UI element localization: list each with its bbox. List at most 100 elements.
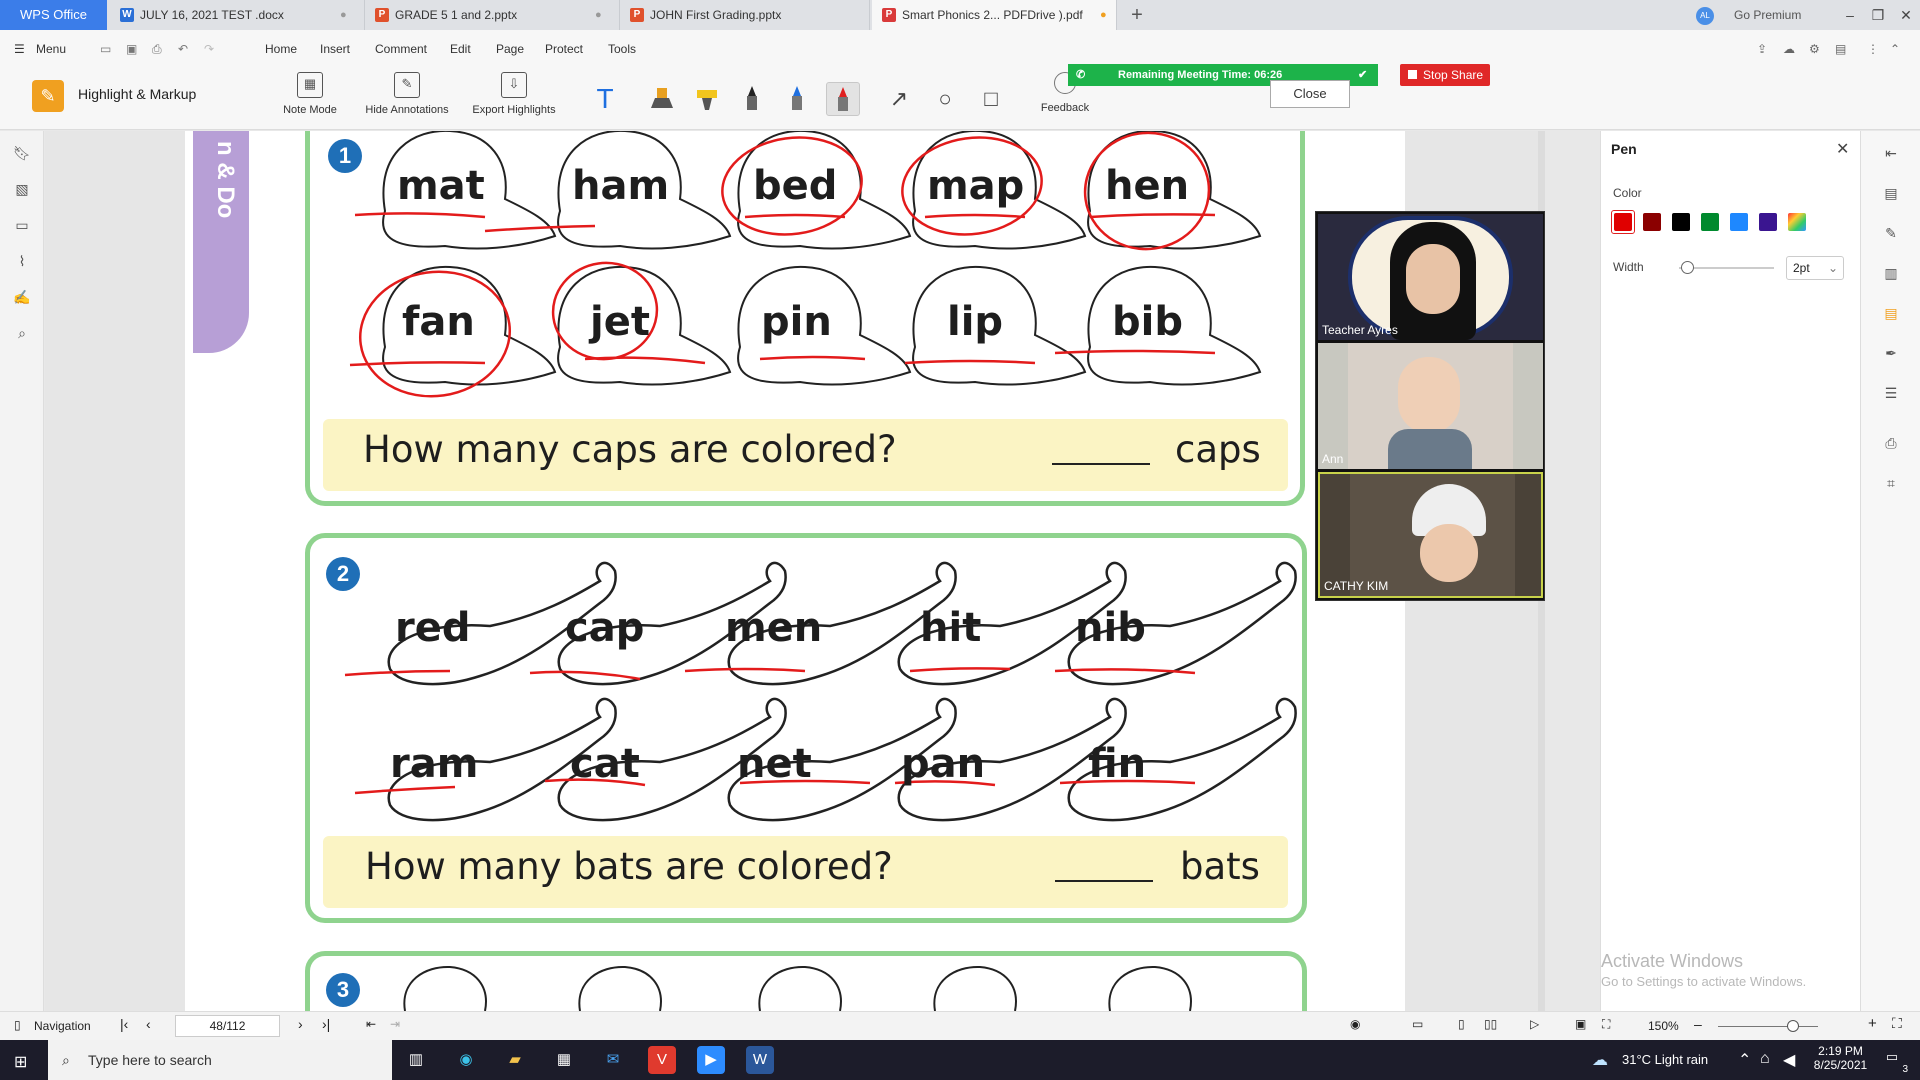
print-icon[interactable]: ⎙	[152, 30, 162, 68]
restore-icon[interactable]: ❐	[1864, 0, 1892, 30]
edge-icon[interactable]: ◉	[452, 1046, 480, 1074]
minimize-icon[interactable]: –	[1836, 0, 1864, 30]
clock[interactable]: 2:19 PM 8/25/2021	[1808, 1044, 1873, 1072]
scan-icon[interactable]: ⌗	[1881, 475, 1901, 495]
menu-edit[interactable]: Edit	[450, 30, 471, 68]
next-page-icon[interactable]: ›	[298, 1016, 303, 1032]
prev-page-icon[interactable]: ‹	[146, 1016, 151, 1032]
menu-protect[interactable]: Protect	[545, 30, 583, 68]
zoom-icon[interactable]: ▶	[697, 1046, 725, 1074]
tab-john-grading[interactable]: P JOHN First Grading.pptx	[620, 0, 870, 30]
zoom-slider-track[interactable]	[1718, 1026, 1818, 1027]
collapse-icon[interactable]: ⇤	[1881, 145, 1901, 165]
rectangle-tool-icon[interactable]: □	[974, 82, 1008, 116]
menu-page[interactable]: Page	[496, 30, 524, 68]
arrow-tool-icon[interactable]: ↗	[882, 82, 916, 116]
zoom-out-icon[interactable]: –	[1694, 1016, 1702, 1032]
more-icon[interactable]: ⋮	[1867, 30, 1879, 68]
weather-text[interactable]: 31°C Light rain	[1622, 1052, 1708, 1067]
fit-width-icon[interactable]: ▭	[1412, 1017, 1423, 1031]
signature-icon[interactable]: ✍	[12, 289, 32, 309]
fit-page-icon[interactable]: ▣	[1575, 1017, 1586, 1031]
red-pen-icon[interactable]	[826, 82, 860, 116]
text-tool-icon[interactable]: T	[588, 82, 622, 116]
width-slider-handle[interactable]	[1681, 261, 1694, 274]
windows-start-icon[interactable]: ⊞	[14, 1052, 27, 1072]
zoom-in-icon[interactable]: +	[1868, 1015, 1877, 1032]
color-swatch-blue[interactable]	[1730, 213, 1748, 231]
color-swatch-red[interactable]	[1614, 213, 1632, 231]
fullscreen-icon[interactable]: ⛶	[1892, 1015, 1902, 1032]
tab-july-test[interactable]: W JULY 16, 2021 TEST .docx ●	[110, 0, 365, 30]
task-view-icon[interactable]: ▥	[402, 1046, 430, 1074]
ellipse-tool-icon[interactable]: ○	[928, 82, 962, 116]
thumbnail-icon[interactable]: ▧	[12, 181, 32, 201]
wps-office-button[interactable]: WPS Office	[0, 0, 107, 30]
markup-icon[interactable]: ▤	[1881, 305, 1901, 325]
note-mode-button[interactable]: ▦ Note Mode	[280, 72, 340, 116]
color-swatch-purple[interactable]	[1759, 213, 1777, 231]
printer-icon[interactable]: ⎙	[1881, 435, 1901, 455]
forward-icon[interactable]: ⇥	[390, 1017, 400, 1031]
page-number-input[interactable]: 48/112	[175, 1015, 280, 1037]
comment-icon[interactable]: ▤	[1835, 30, 1846, 68]
last-page-icon[interactable]: ›|	[322, 1016, 330, 1032]
comment-list-icon[interactable]: ▭	[12, 217, 32, 237]
blue-pen-icon[interactable]	[780, 82, 814, 116]
edit-icon[interactable]: ✎	[1881, 225, 1901, 245]
notification-center-icon[interactable]: ▭ 3	[1880, 1049, 1908, 1075]
compare-icon[interactable]: ☰	[1881, 385, 1901, 405]
collapse-ribbon-icon[interactable]: ⌃	[1890, 30, 1900, 68]
redo-icon[interactable]: ↷	[204, 30, 214, 68]
menu-tools[interactable]: Tools	[608, 30, 636, 68]
close-panel-icon[interactable]: ✕	[1836, 139, 1849, 159]
search-doc-icon[interactable]: ⌕	[12, 325, 32, 345]
two-page-icon[interactable]: ▯▯	[1484, 1017, 1497, 1031]
video-tile[interactable]: Ann	[1318, 343, 1543, 469]
tab-grade5[interactable]: P GRADE 5 1 and 2.pptx ●	[365, 0, 620, 30]
navigation-label[interactable]: Navigation	[34, 1019, 91, 1033]
width-select[interactable]: 2pt ⌄	[1786, 256, 1844, 280]
new-tab-icon[interactable]: +	[1125, 0, 1149, 30]
close-window-icon[interactable]: ✕	[1892, 0, 1920, 30]
save-icon[interactable]: ▣	[126, 30, 137, 68]
color-swatch-dark-red[interactable]	[1643, 213, 1661, 231]
color-swatch-black[interactable]	[1672, 213, 1690, 231]
area-highlight-icon[interactable]	[645, 82, 679, 116]
weather-icon[interactable]: ☁	[1592, 1050, 1608, 1070]
wps-pdf-icon[interactable]: V	[648, 1046, 676, 1074]
color-swatch-green[interactable]	[1701, 213, 1719, 231]
go-premium-link[interactable]: Go Premium	[1734, 0, 1801, 30]
single-page-icon[interactable]: ▯	[1458, 1017, 1465, 1031]
menu-hamburger-icon[interactable]: ☰	[14, 30, 25, 68]
tab-smart-phonics[interactable]: P Smart Phonics 2... PDFDrive ).pdf ●	[872, 0, 1117, 30]
menu-insert[interactable]: Insert	[320, 30, 350, 68]
volume-icon[interactable]: ◀	[1783, 1050, 1795, 1070]
taskbar-search-input[interactable]: ⌕ Type here to search	[48, 1040, 392, 1080]
menu-home[interactable]: Home	[265, 30, 297, 68]
first-page-icon[interactable]: |‹	[120, 1016, 128, 1032]
tab-close-icon[interactable]: ●	[340, 0, 347, 30]
back-icon[interactable]: ⇤	[366, 1017, 376, 1031]
upload-icon[interactable]: ☁	[1783, 30, 1795, 68]
highlighter-icon[interactable]	[690, 82, 724, 116]
navigation-icon[interactable]: ▯	[14, 1018, 21, 1032]
video-tile[interactable]: Teacher Ayres	[1318, 214, 1543, 340]
word-icon[interactable]: W	[746, 1046, 774, 1074]
store-icon[interactable]: ▦	[550, 1046, 578, 1074]
stop-share-button[interactable]: Stop Share	[1400, 64, 1490, 86]
menu-button[interactable]: Menu	[36, 30, 66, 68]
bookmark-icon[interactable]: 🔖︎	[12, 145, 32, 165]
export-highlights-button[interactable]: ⇩ Export Highlights	[468, 72, 560, 116]
open-icon[interactable]: ▭	[100, 30, 111, 68]
zoom-slider-handle[interactable]	[1787, 1020, 1799, 1032]
protect-eye-icon[interactable]: ◉	[1350, 1017, 1360, 1031]
export-icon[interactable]: ▥	[1881, 265, 1901, 285]
actual-size-icon[interactable]: ⛶	[1602, 1017, 1610, 1032]
tab-close-icon[interactable]: ●	[595, 0, 602, 30]
avatar[interactable]: AL	[1696, 7, 1714, 25]
file-explorer-icon[interactable]: ▰	[501, 1046, 529, 1074]
attachment-icon[interactable]: ⌇	[12, 253, 32, 273]
network-icon[interactable]: ⌂	[1760, 1050, 1770, 1068]
show-hidden-icon[interactable]: ⌃	[1738, 1050, 1751, 1070]
